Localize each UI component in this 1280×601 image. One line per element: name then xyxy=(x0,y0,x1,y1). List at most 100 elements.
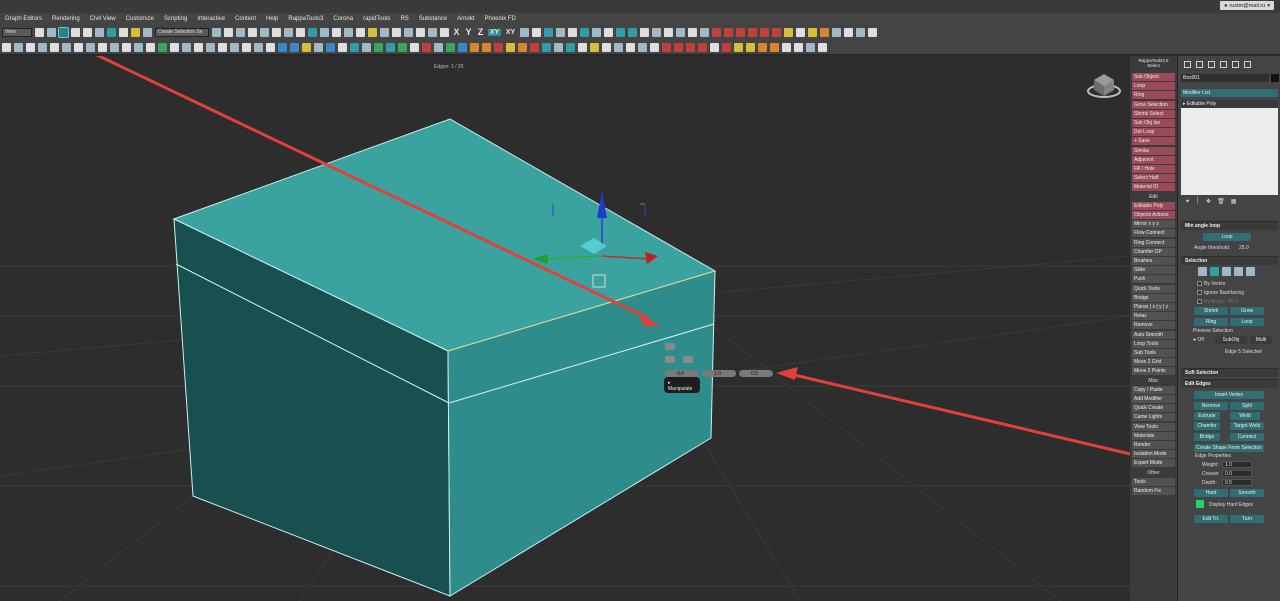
menu-item[interactable]: Scripting xyxy=(159,16,192,22)
rapid-y-icon[interactable] xyxy=(578,42,587,52)
rappatools-button[interactable]: Shrink Select xyxy=(1132,109,1175,118)
loop-icon[interactable] xyxy=(62,42,71,52)
rappatools-button[interactable]: Expert Mode xyxy=(1132,459,1175,468)
corona-distance-icon[interactable] xyxy=(820,27,829,37)
corona-scatter-icon[interactable] xyxy=(772,27,781,37)
snap-toggle-icon[interactable] xyxy=(404,27,413,37)
preview-multi-button[interactable]: Multi xyxy=(1250,336,1272,344)
rapid-d-icon[interactable] xyxy=(326,42,335,52)
rappatools-button[interactable]: Move 2 Grid xyxy=(1132,358,1175,367)
rs-i-icon[interactable] xyxy=(758,42,767,52)
rapid-a-icon[interactable] xyxy=(290,42,299,52)
rappatools-button[interactable]: Auto Smooth xyxy=(1132,330,1175,339)
graphite-icon[interactable] xyxy=(320,27,329,37)
rappatools-button[interactable]: Slide xyxy=(1132,266,1175,275)
split-button[interactable]: Split xyxy=(1230,402,1264,410)
move-icon[interactable] xyxy=(58,26,69,38)
rappatools-button[interactable]: Brushes xyxy=(1132,257,1175,265)
material-editor-icon[interactable] xyxy=(272,27,281,37)
viewport-icon[interactable] xyxy=(356,27,365,37)
scale-icon[interactable] xyxy=(83,27,92,37)
link-icon[interactable] xyxy=(520,27,529,37)
shrink-icon[interactable] xyxy=(98,42,107,52)
rappatools-button[interactable]: Grow Selection xyxy=(1132,100,1175,109)
menu-item[interactable]: Rendering xyxy=(47,16,85,22)
quickslice-icon[interactable] xyxy=(218,42,227,52)
selection-header[interactable]: Selection xyxy=(1181,256,1278,265)
rs-b-icon[interactable] xyxy=(674,42,683,52)
rapid-ae-icon[interactable] xyxy=(650,42,659,52)
weld-icon[interactable] xyxy=(266,42,275,52)
rapid-ac-icon[interactable] xyxy=(626,42,635,52)
rappatools-button[interactable]: Planar | x | y | z xyxy=(1132,303,1175,311)
mirror-icon[interactable] xyxy=(212,27,221,37)
shrink-button[interactable]: Shrink xyxy=(1194,307,1228,315)
rapid-q-icon[interactable] xyxy=(482,42,491,52)
paint-connect-icon[interactable] xyxy=(242,42,251,52)
spacewarp-icon[interactable] xyxy=(676,27,685,37)
corona-material-icon[interactable] xyxy=(832,27,841,37)
polygon-icon[interactable] xyxy=(38,42,47,52)
rappatools-button[interactable]: Select Half xyxy=(1132,174,1175,183)
rapid-p-icon[interactable] xyxy=(470,42,479,52)
view-dropdown[interactable]: View xyxy=(2,27,32,37)
corona-proxy-icon[interactable] xyxy=(760,27,769,37)
display-tab-icon[interactable] xyxy=(1232,60,1239,68)
spinner-snap-icon[interactable] xyxy=(131,27,140,37)
rappatools-button[interactable]: Add Modifier xyxy=(1132,395,1175,403)
rappatools-button[interactable]: Quick Tools xyxy=(1132,284,1175,293)
rappatools-button[interactable]: Remove xyxy=(1132,321,1175,330)
turn-button[interactable]: Turn xyxy=(1230,515,1264,523)
target-weld-button[interactable]: Target Weld xyxy=(1230,422,1264,430)
menu-item[interactable]: rapidTools xyxy=(358,16,395,22)
rapid-t-icon[interactable] xyxy=(518,42,527,52)
menu-item[interactable]: Arnold xyxy=(452,16,479,22)
rs-e-icon[interactable] xyxy=(710,42,719,52)
axis-xy-alt-button[interactable]: XY xyxy=(504,29,517,36)
plus-icon[interactable] xyxy=(170,42,179,52)
rapid-r-icon[interactable] xyxy=(494,42,503,52)
rappatools-button[interactable]: + Save xyxy=(1132,137,1175,146)
ignore-backfacing-checkbox[interactable] xyxy=(1197,290,1202,295)
rappatools-button[interactable]: Objects Actions xyxy=(1132,211,1175,219)
rapid-n-icon[interactable] xyxy=(446,42,455,52)
ortho-icon[interactable] xyxy=(416,27,425,37)
cone-icon[interactable] xyxy=(616,27,625,37)
rapid-ab-icon[interactable] xyxy=(614,42,623,52)
rappatools-button[interactable]: Random Fix xyxy=(1132,487,1175,495)
rappatools-button[interactable]: Similar xyxy=(1132,146,1175,155)
rapid-g-icon[interactable] xyxy=(362,42,371,52)
corona-decal-icon[interactable] xyxy=(808,27,817,37)
corona-tools-icon[interactable] xyxy=(868,27,877,37)
wave-icon[interactable] xyxy=(146,42,155,52)
corona-converter-icon[interactable] xyxy=(856,27,865,37)
pin-icon[interactable]: ✦ xyxy=(1185,198,1190,208)
view-cube[interactable] xyxy=(1087,74,1121,98)
rappatools-button[interactable]: Copy / Paste xyxy=(1132,385,1175,394)
create-tab-icon[interactable] xyxy=(1184,60,1191,68)
extrude-button[interactable]: Extrude xyxy=(1194,412,1220,420)
corona-ipr-icon[interactable] xyxy=(724,27,733,37)
element-icon[interactable] xyxy=(50,42,59,52)
rs-a-icon[interactable] xyxy=(662,42,671,52)
depth-spinner[interactable]: 0.5 xyxy=(1222,479,1252,486)
rs-g-icon[interactable] xyxy=(734,42,743,52)
create-shape-button[interactable]: Create Shape From Selection xyxy=(1194,444,1264,452)
by-vertex-checkbox[interactable] xyxy=(1197,281,1202,286)
grow-icon[interactable] xyxy=(86,42,95,52)
edit-edges-header[interactable]: Edit Edges xyxy=(1181,379,1278,388)
rappatools-button[interactable]: Came Lights xyxy=(1132,413,1175,422)
axis-x-button[interactable]: X xyxy=(452,27,461,37)
rappatools-button[interactable]: Sub Object xyxy=(1132,73,1175,81)
menu-item[interactable]: Graph Editors xyxy=(0,16,47,22)
rs-k-icon[interactable] xyxy=(782,42,791,52)
rapid-i-icon[interactable] xyxy=(386,42,395,52)
min-angle-loop-header[interactable]: Min angle loop xyxy=(1181,221,1278,230)
swift-loop-icon[interactable] xyxy=(230,42,239,52)
camera-icon[interactable] xyxy=(652,27,661,37)
systems-icon[interactable] xyxy=(688,27,697,37)
layer2-icon[interactable] xyxy=(428,27,437,37)
lights-icon[interactable] xyxy=(640,27,649,37)
loop-button[interactable]: Loop xyxy=(1230,318,1264,326)
select-icon[interactable] xyxy=(35,27,44,37)
